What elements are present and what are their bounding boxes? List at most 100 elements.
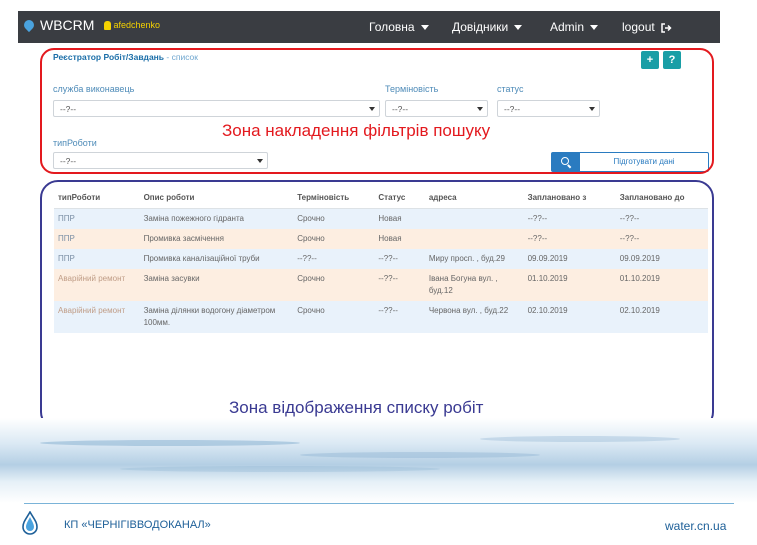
- work-type-filter-select[interactable]: --?--: [53, 152, 268, 169]
- nav-admin-menu[interactable]: Admin: [550, 20, 599, 34]
- caret-down-icon: [420, 25, 429, 31]
- cell-urgency: Срочно: [293, 229, 375, 249]
- caret-down-icon: [514, 25, 523, 31]
- list-zone-label: Зона відображення списку робіт: [229, 398, 484, 417]
- help-button[interactable]: ?: [663, 51, 681, 69]
- page-title: Реєстратор Робіт/Завдань - список: [53, 52, 198, 62]
- cell-work-type: Аварійний ремонт: [54, 301, 140, 333]
- cell-planned-from: 09.09.2019: [523, 249, 616, 269]
- cell-urgency: Срочно: [293, 301, 375, 333]
- cell-status: --??--: [374, 269, 425, 301]
- current-user-name: afedchenko: [113, 20, 160, 30]
- cell-address: [424, 229, 524, 249]
- cell-planned-from: --??--: [523, 229, 616, 249]
- work-type-filter-value: --?--: [60, 156, 77, 166]
- status-filter-select[interactable]: --?--: [497, 100, 600, 117]
- status-filter-label: статус: [497, 84, 524, 94]
- cell-planned-from: --??--: [523, 208, 616, 229]
- caret-down-icon: [589, 107, 595, 111]
- search-icon: [561, 157, 569, 165]
- cell-work-type: ППР: [54, 249, 140, 269]
- col-address[interactable]: адреса: [424, 186, 524, 209]
- col-status[interactable]: Статус: [374, 186, 425, 209]
- water-splash-decoration: [0, 418, 757, 503]
- col-planned-from[interactable]: Заплановано з: [523, 186, 616, 209]
- footer-divider: [24, 503, 734, 504]
- col-description[interactable]: Опис роботи: [139, 186, 294, 209]
- nav-home-label: Головна: [369, 20, 415, 34]
- cell-description: Заміна засувки: [139, 269, 294, 301]
- service-filter-label: служба виконавець: [53, 84, 135, 94]
- company-name: КП «ЧЕРНІГІВВОДОКАНАЛ»: [64, 519, 211, 531]
- user-icon: [104, 20, 112, 30]
- search-button[interactable]: [551, 152, 579, 172]
- cell-description: Промивка засмічення: [139, 229, 294, 249]
- cell-planned-to: 02.10.2019: [615, 301, 708, 333]
- status-filter-value: --?--: [504, 104, 521, 114]
- cell-status: Новая: [374, 208, 425, 229]
- cell-planned-from: 02.10.2019: [523, 301, 616, 333]
- cell-planned-to: --??--: [615, 229, 708, 249]
- cell-urgency: Срочно: [293, 269, 375, 301]
- nav-directories-label: Довідники: [452, 20, 509, 34]
- cell-work-type: ППР: [54, 229, 140, 249]
- cell-status: --??--: [374, 249, 425, 269]
- table-row[interactable]: ППР Промивка засмічення Срочно Новая --?…: [54, 229, 708, 249]
- table-row[interactable]: ППР Промивка каналізаційної труби --??--…: [54, 249, 708, 269]
- nav-admin-label: Admin: [550, 20, 585, 34]
- caret-down-icon: [257, 159, 263, 163]
- urgency-filter-value: --?--: [392, 104, 409, 114]
- filter-zone-label: Зона накладення фільтрів пошуку: [222, 121, 491, 140]
- cell-work-type: Аварійний ремонт: [54, 269, 140, 301]
- cell-status: Новая: [374, 229, 425, 249]
- vodokanal-logo-icon: [22, 511, 38, 535]
- page-title-text: Реєстратор Робіт/Завдань: [53, 52, 165, 62]
- question-icon: ?: [668, 54, 676, 66]
- cell-address: Івана Богуна вул. , буд.12: [424, 269, 524, 301]
- cell-planned-to: 01.10.2019: [615, 269, 708, 301]
- cell-planned-to: 09.09.2019: [615, 249, 708, 269]
- urgency-filter-label: Терміновість: [385, 84, 439, 94]
- current-user[interactable]: afedchenko: [104, 20, 160, 30]
- col-work-type[interactable]: типРоботи: [54, 186, 140, 209]
- caret-down-icon: [369, 107, 375, 111]
- cell-address: [424, 208, 524, 229]
- prepare-data-button[interactable]: Підготувати дані: [579, 152, 709, 172]
- table-header-row: типРоботи Опис роботи Терміновість Стату…: [54, 186, 708, 209]
- table-row[interactable]: ППР Заміна пожежного гідранта Срочно Нов…: [54, 208, 708, 229]
- cell-address: Миру просп. , буд.29: [424, 249, 524, 269]
- logout-link[interactable]: logout: [622, 20, 672, 34]
- work-type-filter-label: типРоботи: [53, 138, 97, 148]
- service-filter-select[interactable]: --?--: [53, 100, 380, 117]
- cell-urgency: Срочно: [293, 208, 375, 229]
- cell-work-type: ППР: [54, 208, 140, 229]
- page-subtitle: - список: [166, 52, 198, 62]
- cell-urgency: --??--: [293, 249, 375, 269]
- cell-address: Червона вул. , буд.22: [424, 301, 524, 333]
- cell-description: Заміна ділянки водогону діаметром 100мм.: [139, 301, 294, 333]
- brand-name: WBCRM: [40, 17, 95, 33]
- col-planned-to[interactable]: Заплановано до: [615, 186, 708, 209]
- works-table: типРоботи Опис роботи Терміновість Стату…: [54, 186, 708, 333]
- col-urgency[interactable]: Терміновість: [293, 186, 375, 209]
- add-button[interactable]: +: [641, 51, 659, 69]
- service-filter-value: --?--: [60, 104, 77, 114]
- urgency-filter-select[interactable]: --?--: [385, 100, 488, 117]
- nav-directories-menu[interactable]: Довідники: [452, 20, 523, 34]
- logout-label: logout: [622, 20, 655, 34]
- top-navbar: WBCRM afedchenko Головна Довідники Admin…: [18, 11, 720, 43]
- cell-planned-to: --??--: [615, 208, 708, 229]
- caret-down-icon: [590, 25, 599, 31]
- cell-planned-from: 01.10.2019: [523, 269, 616, 301]
- table-row[interactable]: Аварійний ремонт Заміна ділянки водогону…: [54, 301, 708, 333]
- water-drop-icon: [21, 17, 37, 33]
- cell-description: Заміна пожежного гідранта: [139, 208, 294, 229]
- sign-out-icon: [661, 23, 672, 33]
- nav-home-menu[interactable]: Головна: [369, 20, 429, 34]
- plus-icon: +: [646, 54, 654, 66]
- brand[interactable]: WBCRM afedchenko: [21, 17, 160, 33]
- website-link[interactable]: water.cn.ua: [665, 519, 726, 533]
- cell-description: Промивка каналізаційної труби: [139, 249, 294, 269]
- caret-down-icon: [477, 107, 483, 111]
- table-row[interactable]: Аварійний ремонт Заміна засувки Срочно -…: [54, 269, 708, 301]
